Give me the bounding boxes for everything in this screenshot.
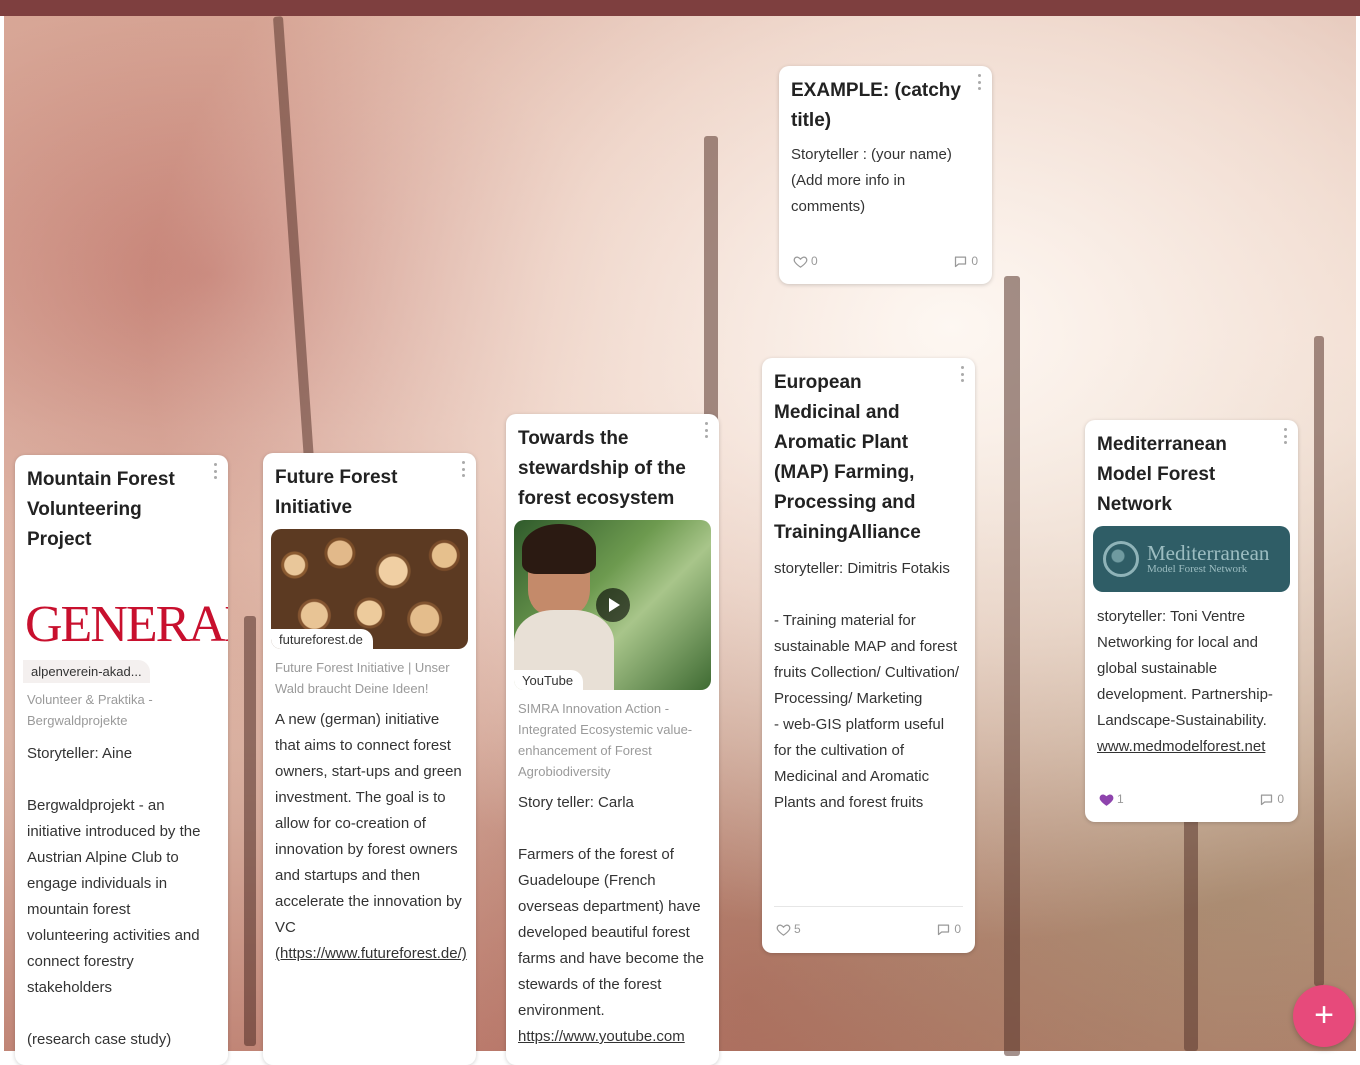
- logo-subtitle: Model Forest Network: [1147, 563, 1248, 576]
- like-count: 1: [1117, 792, 1124, 806]
- card-link[interactable]: https://www.youtube.com: [518, 1028, 685, 1045]
- card-title: Towards the stewardship of the forest ec…: [518, 428, 686, 509]
- card-body: A new (german) initiative that aims to c…: [275, 711, 462, 936]
- card-mediterranean[interactable]: Mediterranean Model Forest Network Medit…: [1085, 420, 1298, 822]
- card-actions: 1 0: [1085, 784, 1298, 814]
- card-link[interactable]: (https://www.futureforest.de/): [275, 945, 467, 962]
- generali-logo: GENERAI: [25, 596, 228, 653]
- card-body: Story teller: Carla Farmers of the fores…: [518, 794, 704, 1019]
- comment-icon: [938, 924, 950, 935]
- card-title: Future Forest Initiative: [275, 467, 398, 518]
- like-count: 5: [794, 922, 801, 936]
- comment-button[interactable]: 0: [936, 922, 961, 937]
- card-mountain-forest[interactable]: Mountain Forest Volunteering Project GEN…: [15, 455, 228, 1065]
- plus-icon: +: [1314, 996, 1334, 1034]
- comment-count: 0: [954, 922, 961, 936]
- card-link-wrap: https://www.youtube.com: [506, 1024, 719, 1050]
- card-link[interactable]: www.medmodelforest.net: [1097, 738, 1265, 755]
- card-future-forest[interactable]: Future Forest Initiative futureforest.de…: [263, 453, 476, 1065]
- like-button[interactable]: 5: [776, 922, 801, 937]
- card-towards-stewardship[interactable]: Towards the stewardship of the forest ec…: [506, 414, 719, 1065]
- link-preview[interactable]: Mediterranean Model Forest Network: [1093, 526, 1290, 592]
- preview-caption: Volunteer & Praktika - Bergwaldprojekte: [27, 692, 153, 728]
- card-link-wrap: www.medmodelforest.net: [1085, 734, 1298, 760]
- preview-source: YouTube: [514, 670, 584, 690]
- card-title: Mediterranean Model Forest Network: [1097, 434, 1227, 515]
- card-actions: 5 0: [762, 914, 975, 944]
- comment-button[interactable]: 0: [1259, 792, 1284, 807]
- divider: [774, 906, 963, 907]
- link-preview[interactable]: futureforest.de: [271, 529, 468, 649]
- card-european-map[interactable]: European Medicinal and Aromatic Plant (M…: [762, 358, 975, 953]
- like-count: 0: [811, 254, 818, 268]
- preview-caption: Future Forest Initiative | Unser Wald br…: [275, 660, 450, 696]
- card-body: Storyteller : (your name) (Add more info…: [791, 146, 952, 215]
- more-vertical-icon[interactable]: [978, 74, 982, 90]
- person-hair: [522, 524, 596, 574]
- more-vertical-icon[interactable]: [705, 422, 709, 438]
- card-title: European Medicinal and Aromatic Plant (M…: [774, 372, 921, 543]
- preview-source: futureforest.de: [271, 629, 373, 649]
- logo-title: Mediterranean: [1147, 541, 1270, 566]
- heart-icon: [793, 255, 808, 268]
- heart-icon: [1099, 793, 1114, 806]
- globe-icon: [1103, 541, 1139, 577]
- card-title: Mountain Forest Volunteering Project: [27, 469, 175, 550]
- comment-icon: [955, 256, 967, 267]
- video-preview[interactable]: YouTube: [514, 520, 711, 690]
- card-body: Storyteller: Aine Bergwaldprojekt - an i…: [27, 745, 201, 1048]
- comment-button[interactable]: 0: [953, 254, 978, 269]
- card-example[interactable]: EXAMPLE: (catchy title) Storyteller : (y…: [779, 66, 992, 284]
- comment-count: 0: [1277, 792, 1284, 806]
- heart-icon: [776, 923, 791, 936]
- preview-source: alpenverein-akad...: [23, 660, 150, 683]
- card-link-wrap: (https://www.futureforest.de/): [263, 941, 476, 967]
- more-vertical-icon[interactable]: [1284, 428, 1288, 444]
- more-vertical-icon[interactable]: [214, 463, 218, 479]
- comment-icon: [1261, 794, 1273, 805]
- like-button[interactable]: 0: [793, 254, 818, 269]
- more-vertical-icon[interactable]: [961, 366, 965, 382]
- play-icon[interactable]: [596, 588, 630, 622]
- comment-count: 0: [971, 254, 978, 268]
- card-title: EXAMPLE: (catchy title): [791, 80, 961, 131]
- card-body: storyteller: Dimitris Fotakis - Training…: [774, 560, 960, 811]
- more-vertical-icon[interactable]: [462, 461, 466, 477]
- card-actions: 0 0: [779, 246, 992, 276]
- top-bar: [0, 0, 1360, 16]
- like-button[interactable]: 1: [1099, 792, 1124, 807]
- link-preview[interactable]: GENERAI: [15, 595, 228, 660]
- preview-caption: SIMRA Innovation Action - Integrated Eco…: [518, 701, 693, 779]
- card-body: storyteller: Toni Ventre Networking for …: [1097, 608, 1273, 729]
- add-post-button[interactable]: +: [1293, 985, 1355, 1047]
- logo-text: Mediterranean Model Forest Network: [1147, 542, 1269, 576]
